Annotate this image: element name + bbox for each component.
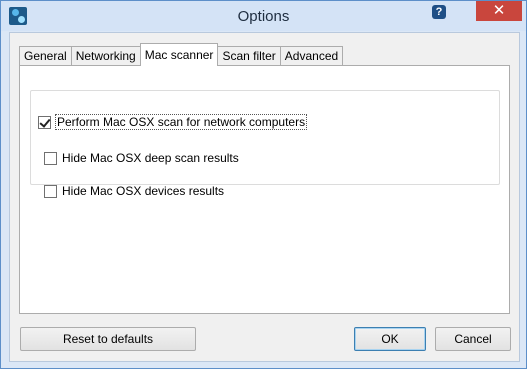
mac-scanner-panel: Perform Mac OSX scan for network compute… xyxy=(19,65,510,314)
hide-devices-option[interactable]: Hide Mac OSX devices results xyxy=(44,184,224,198)
tab-mac-scanner[interactable]: Mac scanner xyxy=(139,43,219,66)
tab-general[interactable]: General xyxy=(19,46,72,66)
hide-deep-scan-option[interactable]: Hide Mac OSX deep scan results xyxy=(44,151,239,165)
perform-mac-scan-checkbox[interactable] xyxy=(38,115,51,129)
tab-advanced[interactable]: Advanced xyxy=(279,46,344,66)
window-title: Options xyxy=(237,8,290,25)
reset-to-defaults-button[interactable]: Reset to defaults xyxy=(20,327,196,351)
options-window: Options ? ✕ General Networking Mac scann… xyxy=(0,0,527,369)
mac-scan-group xyxy=(30,90,500,185)
tab-networking[interactable]: Networking xyxy=(70,46,141,66)
hide-deep-scan-label: Hide Mac OSX deep scan results xyxy=(62,151,239,165)
tab-strip: General Networking Mac scanner Scan filt… xyxy=(19,43,344,66)
cancel-button[interactable]: Cancel xyxy=(435,327,511,351)
hide-deep-scan-checkbox[interactable] xyxy=(44,151,57,165)
hide-devices-label: Hide Mac OSX devices results xyxy=(62,184,225,198)
hide-devices-checkbox[interactable] xyxy=(44,184,57,198)
close-button[interactable]: ✕ xyxy=(476,1,522,21)
dialog-body: General Networking Mac scanner Scan filt… xyxy=(9,32,520,362)
perform-mac-scan-option[interactable]: Perform Mac OSX scan for network compute… xyxy=(38,114,308,130)
title-bar[interactable]: Options ? ✕ xyxy=(1,1,526,31)
close-icon: ✕ xyxy=(492,2,506,19)
tab-scan-filter[interactable]: Scan filter xyxy=(217,46,281,66)
ok-button[interactable]: OK xyxy=(354,327,426,351)
perform-mac-scan-label: Perform Mac OSX scan for network compute… xyxy=(54,114,308,130)
help-icon[interactable]: ? xyxy=(432,5,446,19)
